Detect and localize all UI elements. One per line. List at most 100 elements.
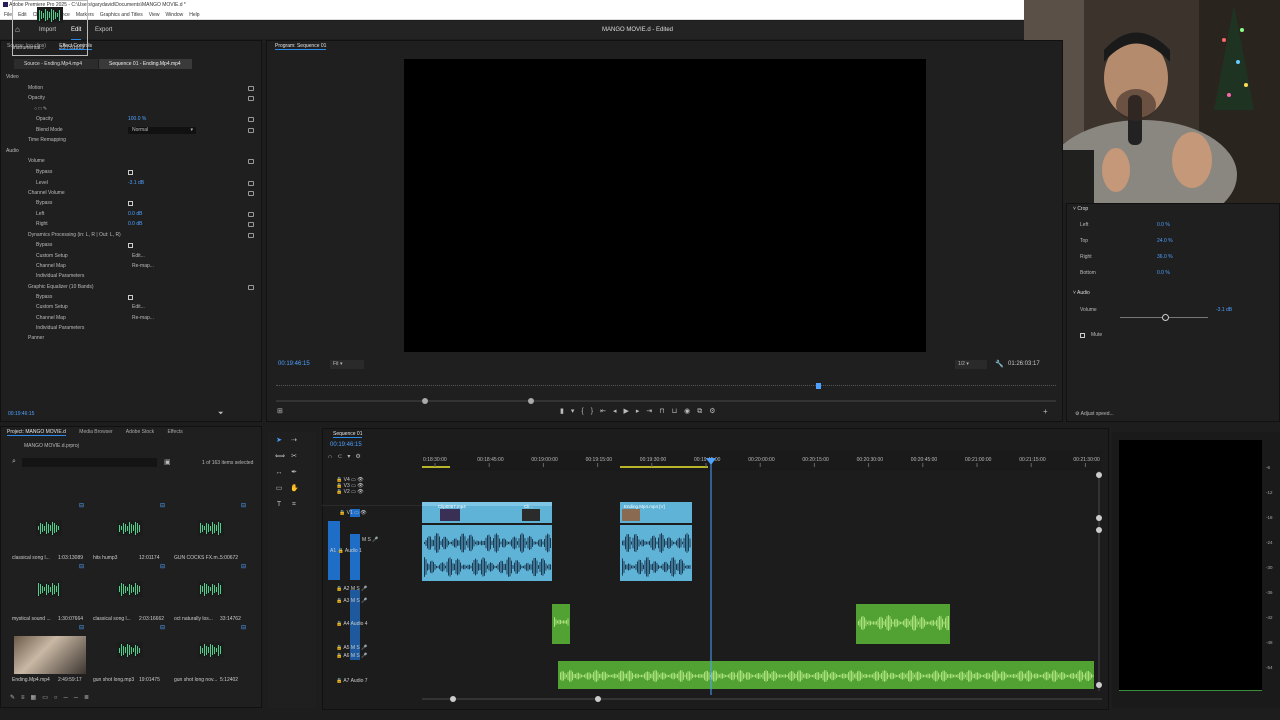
track-header-a2[interactable]: 🔒 A2 M S 🎤 (336, 585, 416, 593)
track-header-a1[interactable]: A1 🔒 Audio 1 (330, 547, 410, 555)
project-item[interactable]: ⊟ hits hump3 12:01174 (93, 503, 169, 562)
scroll-handle[interactable] (1096, 682, 1102, 688)
crop-top-value[interactable]: 24.0 % (1157, 238, 1173, 244)
crop-bottom-value[interactable]: 0.0 % (1157, 270, 1170, 276)
lift-icon[interactable]: ⊓ (659, 408, 671, 415)
crop-left-value[interactable]: 0.0 % (1157, 222, 1170, 228)
reset-icon[interactable] (248, 159, 254, 164)
reset-icon[interactable] (248, 233, 254, 238)
reset-icon[interactable] (248, 86, 254, 91)
graphic-eq-effect[interactable]: Graphic Equalizer (10 Bands) (28, 282, 94, 292)
program-playhead[interactable] (816, 383, 821, 389)
zoom-handle-left[interactable] (422, 398, 428, 404)
individual-parameters[interactable]: Individual Parameters (36, 271, 84, 281)
a1-source-patch[interactable] (350, 534, 360, 580)
reset-icon[interactable] (248, 117, 254, 122)
fit-select[interactable]: Fit ▾ (330, 360, 364, 369)
zoom-handle-right[interactable] (528, 398, 534, 404)
menu-graphics[interactable]: Graphics and Titles (100, 11, 143, 20)
rectangle-tool-icon[interactable]: ▭ (275, 485, 283, 493)
safe-margins-icon[interactable]: ⊞ (277, 407, 283, 415)
scroll-handle[interactable] (1096, 472, 1102, 478)
tab-media-browser[interactable]: Media Browser (79, 429, 112, 435)
project-item[interactable]: ⊟ oct naturally los... 33:14762 (174, 564, 250, 623)
go-to-in-icon[interactable]: ⇤ (600, 408, 613, 415)
edit-button[interactable]: Edit... (132, 302, 145, 312)
ripple-edit-tool-icon[interactable]: ⟺ (275, 453, 285, 461)
opacity-effect[interactable]: Opacity (28, 93, 45, 103)
dynamics-processing-effect[interactable]: Dynamics Processing (in: L, R | Out: L, … (28, 230, 121, 240)
zoom-handle-right[interactable] (595, 696, 601, 702)
effect-controls-timecode[interactable]: 00:19:46:15 (8, 411, 34, 417)
crop-header[interactable]: ˅ Crop (1073, 206, 1088, 212)
volume-effect[interactable]: Volume (28, 156, 45, 166)
mark-in-icon[interactable]: { (581, 408, 590, 415)
project-item[interactable]: ⊟ gun shot long nov... 5:12402 (174, 625, 250, 684)
sequence-clip-selector[interactable]: Sequence 01 - Ending.Mp4.mp4 (99, 59, 192, 69)
project-search-input[interactable] (22, 458, 157, 467)
reset-icon[interactable] (248, 181, 254, 186)
scroll-handle[interactable] (1096, 515, 1102, 521)
track-header-a6[interactable]: 🔒 A6 M S 🎤 (336, 652, 416, 660)
level-value[interactable]: -3.1 dB (128, 178, 144, 188)
slip-tool-icon[interactable]: ↔ (275, 469, 283, 477)
adjust-speed-button[interactable]: ⚙ Adjust speed... (1075, 411, 1114, 417)
filter-icon[interactable]: ⏷ (218, 410, 224, 418)
project-item[interactable]: ⊟instrumental...3:27:01919 (12, 0, 88, 56)
crop-right-value[interactable]: 36.0 % (1157, 254, 1173, 260)
hand-tool-icon[interactable]: ✋ (290, 485, 299, 493)
step-back-icon[interactable]: ◂ (613, 408, 624, 415)
reset-icon[interactable] (248, 96, 254, 101)
reset-icon[interactable] (248, 285, 254, 290)
tab-adobe-stock[interactable]: Adobe Stock (126, 429, 154, 435)
icon-view-icon[interactable]: ▦ (31, 695, 43, 701)
mute-checkbox[interactable] (1080, 333, 1085, 338)
play-icon[interactable]: ▶ (623, 408, 635, 415)
export-frame-icon[interactable]: ◉ (684, 408, 697, 415)
program-zoom-bar[interactable] (276, 400, 1056, 402)
sort-icon[interactable]: ≣ (84, 695, 95, 701)
freeform-view-icon[interactable]: ▭ (42, 695, 54, 701)
add-button-icon[interactable]: + (1043, 407, 1048, 416)
wrench-icon[interactable]: 🔧 (995, 360, 1004, 368)
bypass-checkbox[interactable] (128, 201, 133, 206)
zoom-handle-left[interactable] (450, 696, 456, 702)
program-video-frame[interactable] (404, 59, 926, 352)
reset-icon[interactable] (248, 212, 254, 217)
project-item[interactable]: ⊟ GUN COCKS FX.m... 5:00672 (174, 503, 250, 562)
menu-file[interactable]: File (4, 11, 12, 20)
menu-help[interactable]: Help (189, 11, 199, 20)
export-tab[interactable]: Export (95, 21, 112, 39)
extract-icon[interactable]: ⊔ (672, 408, 684, 415)
tab-sequence-01[interactable]: Sequence 01 (333, 431, 363, 438)
reset-icon[interactable] (248, 191, 254, 196)
project-item[interactable]: ⊟ classical song l... 2:03:16662 (93, 564, 169, 623)
project-item[interactable]: ⊟ mystical sound ... 1:30:07664 (12, 564, 88, 623)
blend-mode-select[interactable]: Normal ▾ (128, 127, 196, 134)
menu-view[interactable]: View (149, 11, 160, 20)
remap-button[interactable]: Re-map... (132, 313, 154, 323)
tab-effects[interactable]: Effects (168, 429, 183, 435)
opacity-value[interactable]: 100.0 % (128, 114, 146, 124)
go-to-out-icon[interactable]: ⇥ (646, 408, 659, 415)
track-header-a7[interactable]: 🔒 A7 Audio 7 (336, 677, 416, 685)
step-forward-icon[interactable]: ▸ (636, 408, 647, 415)
panner-effect[interactable]: Panner (28, 333, 44, 343)
bypass-checkbox[interactable] (128, 170, 133, 175)
menu-window[interactable]: Window (165, 11, 183, 20)
timeline-timecode[interactable]: 00:19:46:15 (330, 442, 362, 448)
channel-volume-effect[interactable]: Channel Volume (28, 188, 65, 198)
motion-effect[interactable]: Motion (28, 83, 43, 93)
mute-solo-a1[interactable]: M S 🎤 (362, 536, 442, 544)
right-value[interactable]: 0.0 dB (128, 219, 142, 229)
razor-tool-icon[interactable]: ✂ (290, 453, 298, 461)
settings-icon[interactable]: ⚙ (709, 408, 722, 415)
zoom-slider-icon[interactable]: ○── (54, 695, 84, 701)
add-marker-icon[interactable]: ▮ (560, 408, 571, 415)
tab-project[interactable]: Project: MANGO MOVIE.d (7, 429, 66, 436)
bypass-checkbox[interactable] (128, 243, 133, 248)
timeline-horizontal-scrollbar[interactable] (422, 698, 1102, 700)
new-bin-icon[interactable]: ▣ (164, 458, 171, 466)
track-header-v1[interactable]: 🔒 V1 ▭ 👁 (339, 509, 419, 517)
program-timecode[interactable]: 00:19:46:15 (278, 361, 310, 367)
